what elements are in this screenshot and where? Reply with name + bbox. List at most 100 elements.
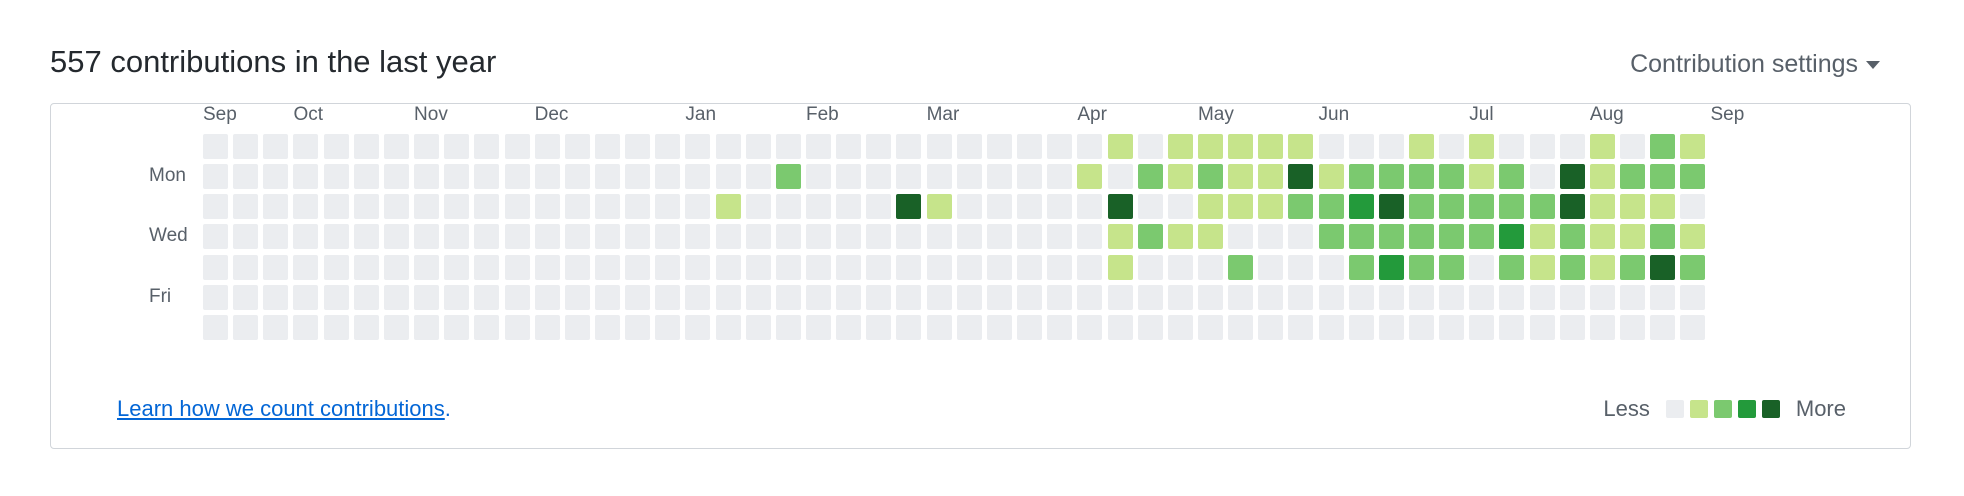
contribution-day-cell[interactable] [1137, 164, 1163, 190]
contribution-day-cell[interactable] [1017, 224, 1043, 250]
contribution-day-cell[interactable] [474, 224, 500, 250]
contribution-day-cell[interactable] [1288, 254, 1314, 280]
contribution-day-cell[interactable] [1047, 194, 1073, 220]
contribution-day-cell[interactable] [896, 224, 922, 250]
contribution-day-cell[interactable] [1409, 194, 1434, 220]
contribution-day-cell[interactable] [1318, 134, 1344, 159]
contribution-day-cell[interactable] [534, 224, 560, 250]
contribution-day-cell[interactable] [1047, 164, 1073, 190]
contribution-day-cell[interactable] [715, 314, 741, 340]
contribution-day-cell[interactable] [414, 224, 440, 250]
contribution-day-cell[interactable] [836, 164, 862, 190]
contribution-day-cell[interactable] [1529, 134, 1555, 159]
contribution-day-cell[interactable] [775, 134, 801, 159]
contribution-day-cell[interactable] [1680, 194, 1706, 220]
contribution-day-cell[interactable] [1529, 284, 1555, 310]
contribution-day-cell[interactable] [1499, 314, 1525, 340]
contribution-day-cell[interactable] [866, 164, 892, 190]
contribution-day-cell[interactable] [986, 134, 1012, 159]
contribution-day-cell[interactable] [1288, 284, 1314, 310]
contribution-day-cell[interactable] [1650, 314, 1676, 340]
contribution-day-cell[interactable] [1017, 284, 1043, 310]
contribution-day-cell[interactable] [1258, 314, 1284, 340]
contribution-day-cell[interactable] [1559, 164, 1585, 190]
contribution-day-cell[interactable] [1378, 254, 1404, 280]
contribution-day-cell[interactable] [1017, 254, 1043, 280]
contribution-day-cell[interactable] [293, 224, 319, 250]
contribution-day-cell[interactable] [1107, 164, 1133, 190]
contribution-day-cell[interactable] [534, 164, 560, 190]
contribution-day-cell[interactable] [1620, 224, 1646, 250]
contribution-day-cell[interactable] [534, 194, 560, 220]
contribution-day-cell[interactable] [685, 134, 711, 159]
contribution-day-cell[interactable] [775, 254, 801, 280]
contribution-day-cell[interactable] [293, 254, 319, 280]
contribution-day-cell[interactable] [1620, 254, 1646, 280]
contribution-day-cell[interactable] [414, 134, 440, 159]
contribution-day-cell[interactable] [745, 254, 771, 280]
contribution-day-cell[interactable] [1439, 164, 1465, 190]
contribution-day-cell[interactable] [926, 164, 952, 190]
contribution-day-cell[interactable] [1499, 254, 1525, 280]
contribution-day-cell[interactable] [715, 224, 741, 250]
contribution-day-cell[interactable] [1348, 194, 1374, 220]
contribution-day-cell[interactable] [1439, 284, 1465, 310]
contribution-day-cell[interactable] [323, 224, 349, 250]
contribution-day-cell[interactable] [1258, 134, 1284, 159]
contribution-day-cell[interactable] [594, 254, 620, 280]
contribution-day-cell[interactable] [203, 194, 228, 220]
contribution-day-cell[interactable] [1318, 164, 1344, 190]
contribution-day-cell[interactable] [534, 254, 560, 280]
contribution-day-cell[interactable] [745, 134, 771, 159]
contribution-day-cell[interactable] [353, 284, 379, 310]
contribution-day-cell[interactable] [745, 284, 771, 310]
contribution-day-cell[interactable] [1258, 284, 1284, 310]
contribution-day-cell[interactable] [896, 194, 922, 220]
contribution-day-cell[interactable] [836, 224, 862, 250]
contribution-day-cell[interactable] [1167, 224, 1193, 250]
contribution-day-cell[interactable] [745, 164, 771, 190]
contribution-day-cell[interactable] [504, 194, 530, 220]
contribution-day-cell[interactable] [564, 254, 590, 280]
contribution-day-cell[interactable] [323, 284, 349, 310]
contribution-day-cell[interactable] [203, 314, 228, 340]
contribution-day-cell[interactable] [263, 164, 289, 190]
contribution-day-cell[interactable] [1228, 254, 1254, 280]
contribution-day-cell[interactable] [564, 224, 590, 250]
contribution-day-cell[interactable] [504, 164, 530, 190]
contribution-day-cell[interactable] [594, 164, 620, 190]
contribution-day-cell[interactable] [745, 314, 771, 340]
contribution-day-cell[interactable] [655, 224, 681, 250]
contribution-day-cell[interactable] [806, 134, 831, 159]
contribution-day-cell[interactable] [203, 224, 228, 250]
contribution-day-cell[interactable] [1499, 224, 1525, 250]
contribution-day-cell[interactable] [1650, 194, 1676, 220]
contribution-day-cell[interactable] [926, 284, 952, 310]
contribution-day-cell[interactable] [323, 164, 349, 190]
contribution-day-cell[interactable] [685, 224, 711, 250]
contribution-day-cell[interactable] [1047, 134, 1073, 159]
contribution-day-cell[interactable] [1650, 284, 1676, 310]
contribution-day-cell[interactable] [1197, 164, 1223, 190]
contribution-day-cell[interactable] [353, 134, 379, 159]
contribution-day-cell[interactable] [233, 284, 259, 310]
contribution-day-cell[interactable] [836, 314, 862, 340]
contribution-day-cell[interactable] [956, 134, 982, 159]
contribution-day-cell[interactable] [1197, 254, 1223, 280]
contribution-day-cell[interactable] [1137, 314, 1163, 340]
contribution-day-cell[interactable] [414, 314, 440, 340]
contribution-day-cell[interactable] [715, 134, 741, 159]
contribution-day-cell[interactable] [203, 284, 228, 310]
contribution-day-cell[interactable] [444, 284, 470, 310]
contribution-day-cell[interactable] [293, 164, 319, 190]
contribution-day-cell[interactable] [233, 134, 259, 159]
contribution-day-cell[interactable] [1650, 254, 1676, 280]
contribution-day-cell[interactable] [1017, 134, 1043, 159]
contribution-day-cell[interactable] [1589, 284, 1615, 310]
contribution-day-cell[interactable] [866, 134, 892, 159]
contribution-day-cell[interactable] [474, 164, 500, 190]
contribution-day-cell[interactable] [866, 254, 892, 280]
contribution-day-cell[interactable] [806, 254, 831, 280]
contribution-day-cell[interactable] [1197, 194, 1223, 220]
contribution-day-cell[interactable] [1017, 194, 1043, 220]
